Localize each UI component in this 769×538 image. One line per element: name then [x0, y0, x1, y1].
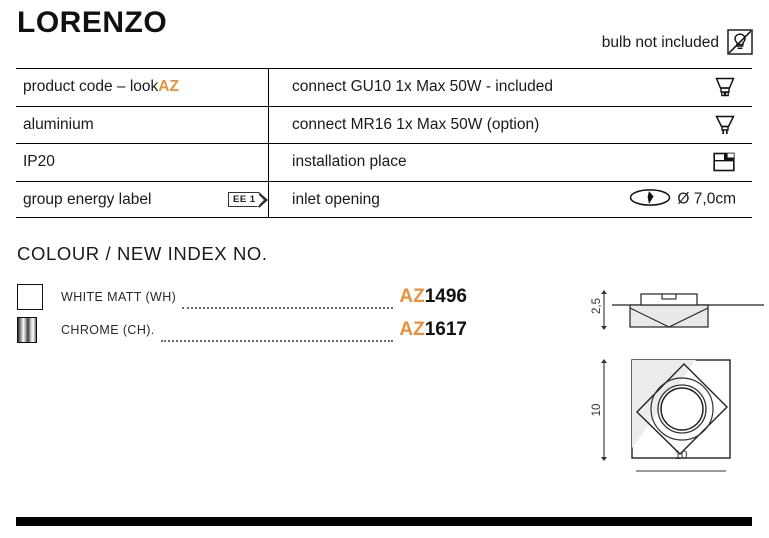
product-code-label: product code – look [23, 78, 159, 96]
inlet-opening-value-group: Ø 7,0cm [629, 187, 736, 212]
mr16-lamp-icon [714, 113, 736, 137]
table-row: group energy label EE 1 inlet opening Ø … [16, 180, 752, 219]
no-bulb-icon [727, 29, 753, 55]
list-item: WHITE MATT (WH) AZ1496 [17, 280, 467, 313]
table-row: IP20 installation place [16, 143, 752, 181]
top-view-height-label: 10 [591, 403, 603, 417]
recessed-ceiling-icon [712, 150, 736, 174]
material-cell: aluminium [16, 107, 268, 144]
white-matt-swatch-cell [17, 283, 61, 310]
colour-name: CHROME (CH). [61, 322, 155, 337]
gu10-lamp-icon [714, 75, 736, 99]
product-index-code: AZ1496 [399, 286, 467, 308]
product-index-code: AZ1617 [399, 319, 467, 341]
inlet-opening-label: inlet opening [292, 190, 380, 208]
side-view-height-label: 2,5 [591, 298, 603, 314]
product-code-accent: AZ [158, 78, 179, 96]
chrome-swatch [17, 316, 37, 343]
colour-name: WHITE MATT (WH) [61, 289, 177, 304]
connect-mr16-cell: connect MR16 1x Max 50W (option) [268, 107, 752, 144]
energy-class-value: EE 1 [228, 192, 259, 208]
chrome-swatch-cell [17, 316, 61, 343]
specification-table: product code – look AZ connect GU10 1x M… [16, 68, 752, 218]
energy-label-cell: group energy label EE 1 [16, 182, 268, 219]
inlet-opening-dimension: Ø 7,0cm [677, 190, 736, 208]
table-row: aluminium connect MR16 1x Max 50W (optio… [16, 105, 752, 144]
code-prefix: AZ [399, 318, 425, 340]
top-view-drawing: 10 10 [588, 350, 768, 475]
side-view-drawing: 2,5 [588, 272, 768, 344]
inlet-opening-icon [629, 187, 671, 212]
code-number: 1617 [424, 318, 467, 340]
colour-list: WHITE MATT (WH) AZ1496 CHROME (CH). AZ16… [17, 280, 467, 346]
code-number: 1496 [424, 285, 467, 307]
installation-place-label: installation place [292, 153, 407, 171]
top-view-width-label: 10 [674, 450, 688, 462]
colour-section-heading: COLOUR / NEW INDEX NO. [17, 243, 268, 264]
connect-mr16-label: connect MR16 1x Max 50W (option) [292, 115, 540, 133]
white-matt-swatch [17, 283, 43, 310]
ip-rating-cell: IP20 [16, 144, 268, 181]
ip-rating-label: IP20 [23, 153, 55, 171]
bulb-not-included-label: bulb not included [601, 34, 719, 51]
inlet-opening-cell: inlet opening Ø 7,0cm [268, 182, 752, 219]
footer-bar [16, 517, 752, 526]
energy-badge-arrow [257, 191, 268, 208]
connect-gu10-label: connect GU10 1x Max 50W - included [292, 78, 554, 96]
product-spec-sheet: LORENZO bulb not included product code –… [0, 0, 769, 538]
energy-class-badge: EE 1 [228, 191, 268, 208]
list-item: CHROME (CH). AZ1617 [17, 313, 467, 346]
connect-gu10-cell: connect GU10 1x Max 50W - included [268, 69, 752, 106]
leader-dots [182, 295, 394, 309]
table-row: product code – look AZ connect GU10 1x M… [16, 69, 752, 106]
material-label: aluminium [23, 115, 94, 133]
leader-dots [160, 328, 394, 342]
installation-place-cell: installation place [268, 144, 752, 181]
code-prefix: AZ [399, 285, 425, 307]
page-title: LORENZO [17, 6, 168, 39]
energy-label-text: group energy label [23, 190, 152, 208]
product-code-cell: product code – look AZ [16, 69, 268, 106]
